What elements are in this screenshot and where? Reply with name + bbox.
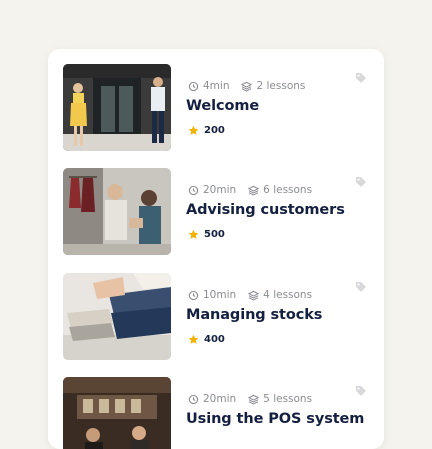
lesson-duration: 20min <box>203 184 237 196</box>
lesson-item-managing-stocks[interactable]: 10min 4 lessons Managing stocks 400 <box>48 258 384 360</box>
points-value: 500 <box>204 228 225 240</box>
lesson-title: Welcome <box>186 98 260 114</box>
lesson-item-advising-customers[interactable]: 20min 6 lessons Advising customers 500 <box>48 153 384 255</box>
layers-icon <box>248 394 260 405</box>
lesson-title: Advising customers <box>186 202 345 218</box>
history-icon <box>188 81 199 92</box>
tag-icon[interactable] <box>355 281 367 293</box>
lesson-meta: 20min 6 lessons <box>188 183 312 197</box>
lesson-meta: 10min 4 lessons <box>188 288 312 302</box>
lesson-count: 4 lessons <box>263 289 313 301</box>
layers-icon <box>241 81 253 92</box>
lesson-meta: 20min 5 lessons <box>188 392 312 406</box>
lesson-meta: 4min 2 lessons <box>188 79 305 93</box>
star-icon <box>188 334 199 345</box>
lesson-count: 2 lessons <box>256 80 306 92</box>
points-value: 400 <box>204 333 225 345</box>
lesson-duration: 20min <box>203 393 237 405</box>
lesson-duration: 4min <box>203 80 230 92</box>
layers-icon <box>248 290 260 301</box>
lesson-list-card: 4min 2 lessons Welcome 200 20min 6 lesso… <box>48 49 384 449</box>
history-icon <box>188 394 199 405</box>
tag-icon[interactable] <box>355 385 367 397</box>
star-icon <box>188 229 199 240</box>
star-icon <box>188 125 199 136</box>
pos-counter-photo <box>63 377 171 449</box>
history-icon <box>188 290 199 301</box>
lesson-title: Managing stocks <box>186 307 323 323</box>
lesson-count: 6 lessons <box>263 184 313 196</box>
layers-icon <box>248 185 260 196</box>
tag-icon[interactable] <box>355 176 367 188</box>
lesson-item-using-the-pos-system[interactable]: 20min 5 lessons Using the POS system <box>48 362 384 449</box>
shop-entrance-photo <box>63 64 171 151</box>
points-value: 200 <box>204 124 225 136</box>
lesson-points: 200 <box>188 123 225 137</box>
folded-clothes-photo <box>63 273 171 360</box>
clothing-store-photo <box>63 168 171 255</box>
lesson-duration: 10min <box>203 289 237 301</box>
lesson-thumbnail <box>63 377 171 449</box>
history-icon <box>188 185 199 196</box>
lesson-points: 500 <box>188 227 225 241</box>
tag-icon[interactable] <box>355 72 367 84</box>
lesson-points: 400 <box>188 332 225 346</box>
lesson-title: Using the POS system <box>186 411 365 427</box>
lesson-thumbnail <box>63 168 171 255</box>
lesson-item-welcome[interactable]: 4min 2 lessons Welcome 200 <box>48 49 384 151</box>
lesson-count: 5 lessons <box>263 393 313 405</box>
lesson-thumbnail <box>63 273 171 360</box>
lesson-thumbnail <box>63 64 171 151</box>
